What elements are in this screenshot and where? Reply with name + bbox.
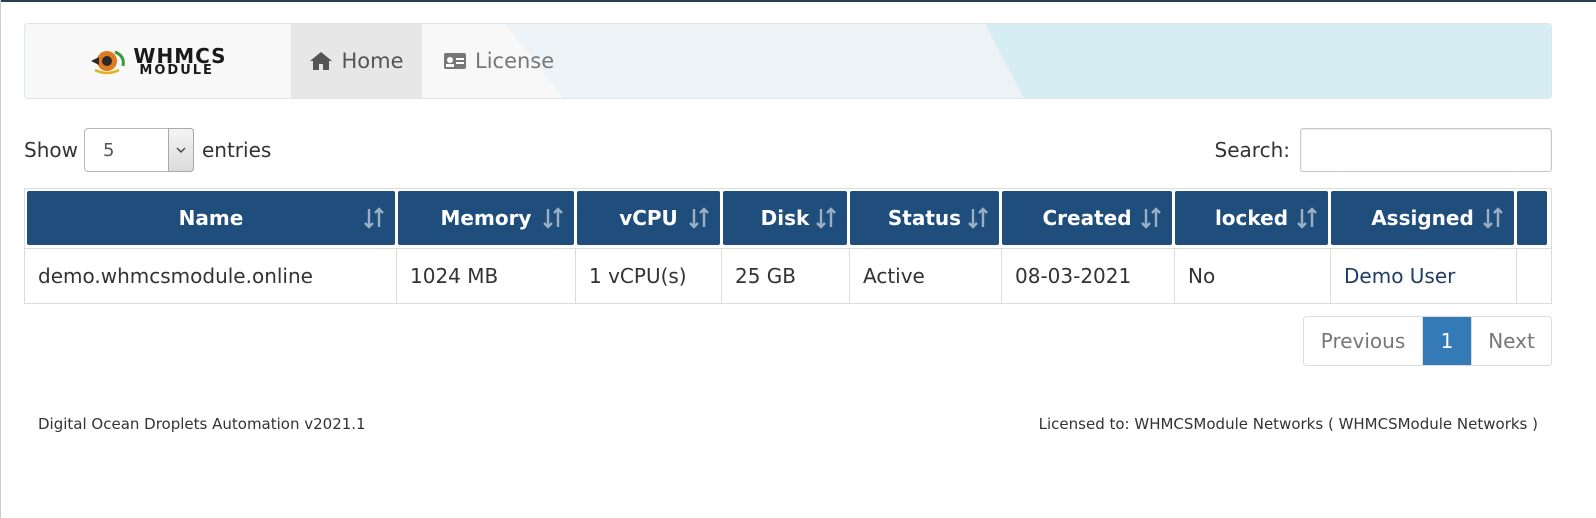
navbar-decoration-accent: [985, 24, 1551, 98]
droplets-table: Name Memory vCPU Disk Status Created loc…: [24, 188, 1552, 304]
next-page-button[interactable]: Next: [1471, 317, 1551, 365]
search-control: Search:: [1215, 128, 1552, 172]
previous-page-button[interactable]: Previous: [1304, 317, 1423, 365]
cell-name: demo.whmcsmodule.online: [25, 249, 397, 303]
search-input[interactable]: [1300, 128, 1552, 172]
entries-length-control: Show 5 entries: [24, 128, 271, 172]
footer-license: Licensed to: WHMCSModule Networks ( WHMC…: [1038, 415, 1538, 433]
sort-icon: [1297, 207, 1317, 229]
cell-locked: No: [1175, 249, 1331, 303]
entries-label: entries: [201, 138, 272, 162]
column-header-name[interactable]: Name: [27, 191, 395, 245]
column-header-actions[interactable]: [1517, 191, 1547, 245]
nav-license-label: License: [475, 49, 555, 73]
sort-icon: [816, 207, 836, 229]
column-header-created[interactable]: Created: [1002, 191, 1172, 245]
nav-home[interactable]: Home: [291, 24, 422, 98]
column-header-vcpu[interactable]: vCPU: [577, 191, 720, 245]
pagination: Previous 1 Next: [1303, 316, 1552, 366]
sort-icon: [968, 207, 988, 229]
table-header: Name Memory vCPU Disk Status Created loc…: [25, 189, 1551, 249]
cell-disk: 25 GB: [722, 249, 850, 303]
cell-actions: [1517, 249, 1551, 303]
logo-text-bottom: MODULE: [139, 62, 214, 78]
column-header-status[interactable]: Status: [850, 191, 999, 245]
nav-license[interactable]: License: [443, 24, 554, 98]
sort-icon: [689, 207, 709, 229]
table-body: demo.whmcsmodule.online 1024 MB 1 vCPU(s…: [25, 249, 1551, 303]
sort-icon: [1483, 207, 1503, 229]
search-label: Search:: [1214, 138, 1290, 162]
home-icon: [309, 51, 333, 71]
logo: WHMCS MODULE: [89, 46, 226, 77]
entries-select-value: 5: [102, 139, 115, 161]
navbar: WHMCS MODULE Home License: [24, 23, 1552, 99]
column-header-disk[interactable]: Disk: [723, 191, 847, 245]
page-1-button[interactable]: 1: [1423, 317, 1471, 365]
sort-icon: [543, 207, 563, 229]
entries-select[interactable]: 5: [83, 128, 194, 172]
sort-icon: [1141, 207, 1161, 229]
cell-memory: 1024 MB: [397, 249, 576, 303]
window-top-border: [0, 0, 1596, 2]
cell-created: 08-03-2021: [1002, 249, 1175, 303]
sort-icon: [364, 207, 384, 229]
cell-status: Active: [850, 249, 1002, 303]
brand-logo-link[interactable]: WHMCS MODULE: [25, 24, 291, 98]
gear-logo-icon: [91, 50, 126, 75]
footer-version: Digital Ocean Droplets Automation v2021.…: [38, 415, 366, 433]
window-left-border: [0, 0, 1, 518]
cell-assigned[interactable]: Demo User: [1331, 249, 1517, 303]
cell-vcpu: 1 vCPU(s): [576, 249, 722, 303]
column-header-memory[interactable]: Memory: [398, 191, 574, 245]
nav-home-label: Home: [341, 49, 404, 73]
chevron-down-icon[interactable]: [167, 128, 194, 172]
column-header-assigned[interactable]: Assigned: [1331, 191, 1514, 245]
column-header-locked[interactable]: locked: [1175, 191, 1328, 245]
id-card-icon: [443, 52, 467, 70]
show-label: Show: [24, 138, 78, 162]
table-row[interactable]: demo.whmcsmodule.online 1024 MB 1 vCPU(s…: [25, 249, 1551, 303]
